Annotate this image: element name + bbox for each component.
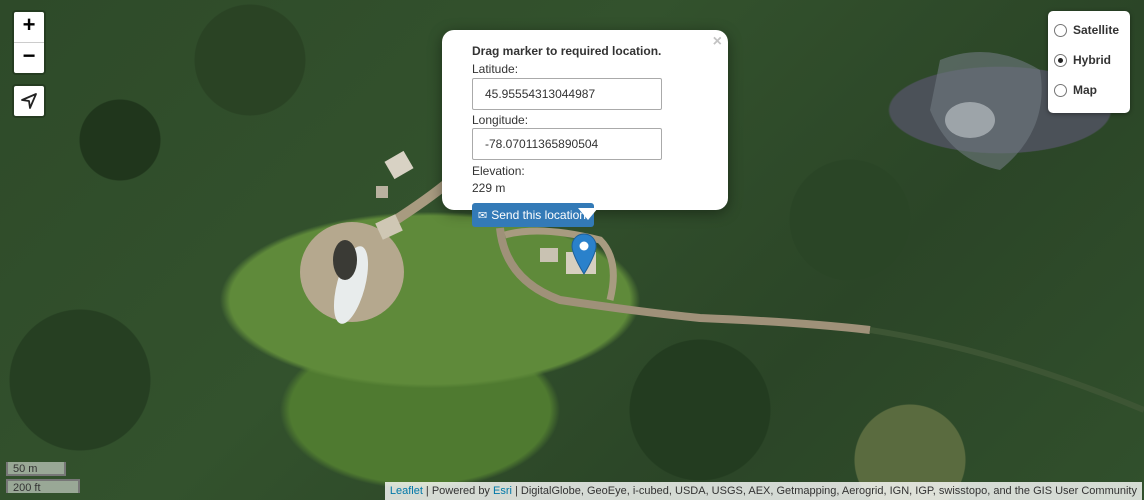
map-marker-icon[interactable] bbox=[571, 233, 597, 275]
layer-label: Hybrid bbox=[1073, 53, 1112, 67]
locate-button[interactable] bbox=[12, 84, 46, 118]
satellite-radio[interactable] bbox=[1054, 23, 1067, 37]
map-radio[interactable] bbox=[1054, 83, 1067, 97]
zoom-out-button[interactable]: − bbox=[14, 42, 44, 73]
attribution-text: | Powered by bbox=[422, 485, 493, 497]
elevation-value: 229 m bbox=[472, 181, 506, 195]
telescope-shadow bbox=[333, 240, 357, 280]
send-location-label: Send this location bbox=[491, 208, 586, 222]
esri-link[interactable]: Esri bbox=[493, 485, 512, 497]
building bbox=[540, 248, 558, 262]
navigation-arrow-icon bbox=[21, 93, 37, 109]
scale-metric: 50 m bbox=[6, 462, 66, 476]
layer-label: Map bbox=[1073, 83, 1097, 97]
layer-option-satellite[interactable]: Satellite bbox=[1054, 23, 1119, 37]
road bbox=[869, 327, 1144, 413]
zoom-in-button[interactable]: + bbox=[14, 12, 44, 42]
popup-close-button[interactable]: × bbox=[713, 33, 722, 51]
layer-switcher: Satellite Hybrid Map bbox=[1048, 11, 1130, 113]
elevation-label: Elevation: bbox=[472, 164, 525, 178]
send-location-button[interactable]: ✉ Send this location bbox=[472, 203, 594, 227]
layer-option-map[interactable]: Map bbox=[1054, 83, 1097, 97]
building bbox=[376, 186, 388, 198]
longitude-input[interactable] bbox=[472, 128, 662, 160]
leaflet-link[interactable]: Leaflet bbox=[390, 485, 423, 497]
lake-reflection bbox=[945, 102, 995, 138]
zoom-control: + − bbox=[12, 10, 46, 75]
popup-title: Drag marker to required location. bbox=[472, 44, 662, 58]
layer-option-hybrid[interactable]: Hybrid bbox=[1054, 53, 1111, 67]
road bbox=[496, 227, 871, 334]
latitude-input[interactable] bbox=[472, 78, 662, 110]
hybrid-radio[interactable] bbox=[1054, 53, 1067, 67]
building bbox=[384, 150, 414, 180]
location-popup: × Drag marker to required location. Lati… bbox=[442, 30, 728, 210]
map-attribution: Leaflet | Powered by Esri | DigitalGlobe… bbox=[384, 482, 1142, 500]
attribution-sources: | DigitalGlobe, GeoEye, i-cubed, USDA, U… bbox=[511, 485, 1137, 497]
latitude-label: Latitude: bbox=[472, 62, 519, 76]
scale-imperial: 200 ft bbox=[6, 479, 80, 494]
envelope-icon: ✉ bbox=[478, 209, 488, 222]
layer-label: Satellite bbox=[1073, 23, 1120, 37]
longitude-label: Longitude: bbox=[472, 113, 529, 127]
road bbox=[504, 227, 617, 301]
popup-tip bbox=[578, 208, 598, 220]
